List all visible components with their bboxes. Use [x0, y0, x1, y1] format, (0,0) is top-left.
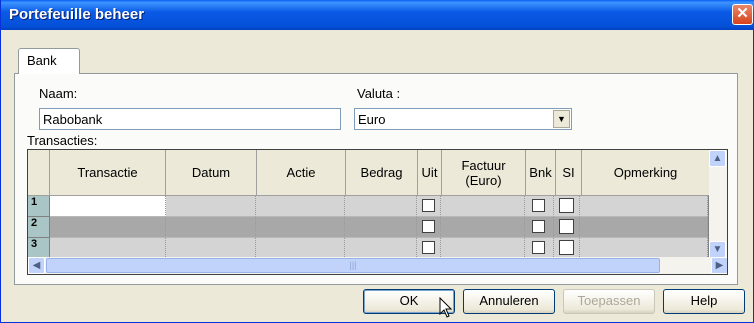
cell-bnk[interactable] — [524, 217, 555, 238]
valuta-label: Valuta : — [357, 86, 401, 101]
cell-actie[interactable] — [256, 217, 346, 238]
cell-datum[interactable] — [165, 217, 257, 238]
cell-si[interactable] — [554, 238, 581, 259]
scroll-right-icon[interactable]: ▶ — [711, 257, 727, 274]
row-number[interactable]: 1 — [28, 196, 50, 217]
help-button[interactable]: Help — [663, 289, 745, 314]
cell-factuur[interactable] — [440, 217, 525, 238]
cell-uit[interactable] — [416, 238, 441, 259]
cell-bedrag[interactable] — [345, 238, 417, 259]
cell-actie[interactable] — [256, 196, 346, 217]
col-header-factuur[interactable]: Factuur (Euro) — [442, 150, 526, 196]
col-header-bedrag[interactable]: Bedrag — [346, 150, 418, 196]
uit-checkbox[interactable] — [421, 241, 435, 254]
cell-transactie[interactable] — [49, 238, 166, 259]
naam-input[interactable]: Rabobank — [39, 108, 341, 130]
cell-uit[interactable] — [416, 196, 441, 217]
valuta-select[interactable]: Euro ▼ — [354, 108, 572, 130]
valuta-value: Euro — [358, 112, 386, 127]
horizontal-scroll-thumb[interactable]: ||| — [46, 258, 660, 273]
apply-button[interactable]: Toepassen — [563, 289, 655, 314]
naam-label: Naam: — [39, 86, 78, 101]
table-row[interactable]: 1 — [28, 196, 708, 217]
tab-label: Bank — [27, 53, 57, 68]
col-header-datum[interactable]: Datum — [166, 150, 257, 196]
uit-checkbox[interactable] — [421, 220, 435, 233]
col-header-uit[interactable]: Uit — [418, 150, 442, 196]
dropdown-arrow-icon[interactable]: ▼ — [553, 110, 570, 128]
si-checkbox[interactable] — [559, 219, 575, 234]
cell-si[interactable] — [554, 217, 581, 238]
cancel-button[interactable]: Annuleren — [463, 289, 555, 314]
bnk-checkbox[interactable] — [531, 241, 545, 254]
horizontal-scrollbar[interactable]: ◀ ||| ▶ — [28, 257, 727, 274]
col-header-opmerking[interactable]: Opmerking — [582, 150, 710, 196]
bnk-checkbox[interactable] — [531, 220, 545, 233]
cell-bedrag[interactable] — [345, 196, 417, 217]
col-header-actie[interactable]: Actie — [257, 150, 346, 196]
cell-datum[interactable] — [165, 238, 257, 259]
row-number[interactable]: 2 — [28, 217, 50, 238]
naam-value: Rabobank — [43, 112, 103, 127]
cell-bedrag[interactable] — [345, 217, 417, 238]
si-checkbox[interactable] — [559, 240, 575, 255]
scroll-down-icon[interactable]: ▼ — [709, 241, 726, 258]
cell-opmerking[interactable] — [580, 238, 708, 259]
window-title: Portefeuille beheer — [9, 6, 145, 23]
col-header-bnk[interactable]: Bnk — [526, 150, 556, 196]
col-header-transactie[interactable]: Transactie — [50, 150, 166, 196]
uit-checkbox[interactable] — [421, 199, 435, 212]
row-header-corner — [28, 150, 50, 196]
cell-bnk[interactable] — [524, 196, 555, 217]
cell-factuur[interactable] — [440, 238, 525, 259]
cell-uit[interactable] — [416, 217, 441, 238]
bnk-checkbox[interactable] — [531, 199, 545, 212]
cell-bnk[interactable] — [524, 238, 555, 259]
close-button[interactable]: ✕ — [732, 4, 753, 25]
table-row[interactable]: 2 — [28, 217, 708, 238]
si-checkbox[interactable] — [559, 198, 575, 213]
col-header-si[interactable]: SI — [556, 150, 582, 196]
tab-bank[interactable]: Bank — [18, 48, 80, 74]
dialog-window: Portefeuille beheer ✕ Bank Naam: Raboban… — [0, 0, 754, 323]
cell-factuur[interactable] — [440, 196, 525, 217]
cell-si[interactable] — [554, 196, 581, 217]
table-row[interactable]: 3 — [28, 238, 708, 259]
close-icon: ✕ — [736, 5, 749, 22]
cell-transactie[interactable] — [49, 196, 166, 217]
scroll-up-icon[interactable]: ▲ — [709, 150, 726, 167]
transactions-grid[interactable]: Transactie Datum Actie Bedrag Uit Factuu… — [27, 149, 728, 275]
vertical-scrollbar[interactable]: ▲ ▼ — [709, 150, 727, 258]
title-bar[interactable]: Portefeuille beheer ✕ — [1, 0, 754, 30]
row-number[interactable]: 3 — [28, 238, 50, 259]
grid-header: Transactie Datum Actie Bedrag Uit Factuu… — [28, 150, 727, 196]
mouse-cursor-icon — [439, 297, 453, 318]
cell-opmerking[interactable] — [580, 217, 708, 238]
cell-opmerking[interactable] — [580, 196, 708, 217]
transacties-label: Transacties: — [27, 133, 98, 148]
cell-actie[interactable] — [256, 238, 346, 259]
scroll-left-icon[interactable]: ◀ — [28, 257, 45, 274]
cell-transactie[interactable] — [49, 217, 166, 238]
cell-datum[interactable] — [165, 196, 257, 217]
